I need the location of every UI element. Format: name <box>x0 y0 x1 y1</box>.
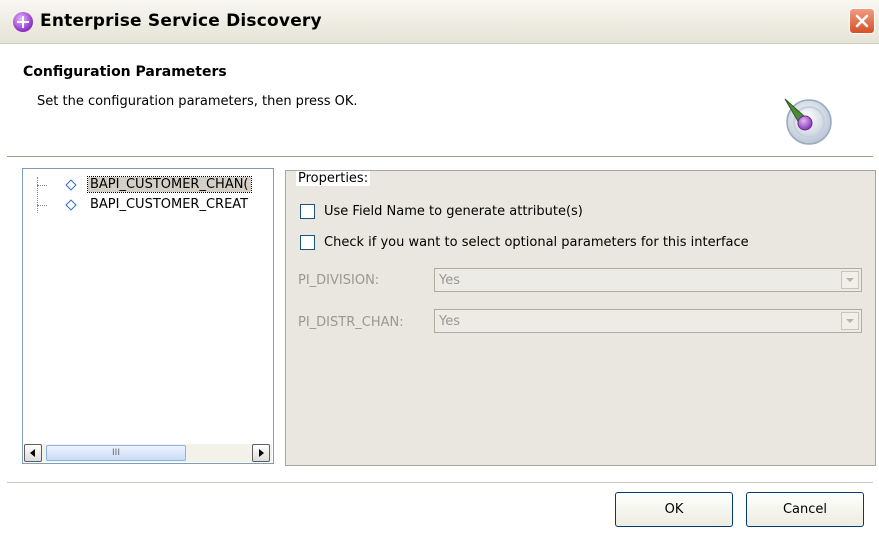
horizontal-scrollbar[interactable]: III <box>24 444 272 462</box>
arrow-right-icon <box>259 449 264 457</box>
pi-distr-chan-select[interactable]: Yes <box>434 309 862 333</box>
cancel-button[interactable]: Cancel <box>746 492 864 527</box>
dropdown-button[interactable] <box>841 271 859 289</box>
footer-divider <box>7 482 873 483</box>
dialog-header: Configuration Parameters Set the configu… <box>0 44 879 156</box>
page-description: Set the configuration parameters, then p… <box>37 94 358 109</box>
interface-icon <box>65 179 77 191</box>
wizard-icon <box>784 98 832 145</box>
chevron-down-icon <box>846 319 854 323</box>
close-icon <box>855 14 869 28</box>
scroll-right-button[interactable] <box>252 444 270 462</box>
tree-item[interactable]: BAPI_CUSTOMER_CHAN( <box>23 176 273 196</box>
dropdown-button[interactable] <box>841 312 859 330</box>
scroll-left-button[interactable] <box>24 444 42 462</box>
interface-tree[interactable]: BAPI_CUSTOMER_CHAN( BAPI_CUSTOMER_CREAT … <box>22 168 274 464</box>
checkbox-label: Check if you want to select optional par… <box>324 235 749 250</box>
header-divider <box>7 156 873 157</box>
window-title: Enterprise Service Discovery <box>40 11 322 31</box>
tree-item-label: BAPI_CUSTOMER_CHAN( <box>87 176 252 193</box>
scrollbar-thumb[interactable]: III <box>46 445 186 461</box>
interface-icon <box>65 199 77 211</box>
pi-division-value: Yes <box>439 273 460 288</box>
chevron-down-icon <box>846 278 854 282</box>
pi-distr-chan-value: Yes <box>439 314 460 329</box>
title-bar: Enterprise Service Discovery <box>0 0 879 44</box>
enterprise-discovery-icon <box>13 12 33 32</box>
properties-legend: Properties: <box>296 171 371 186</box>
pi-division-label: PI_DIVISION: <box>298 273 380 288</box>
pi-distr-chan-label: PI_DISTR_CHAN: <box>298 315 404 330</box>
tree-item[interactable]: BAPI_CUSTOMER_CREAT <box>23 196 273 216</box>
ok-button[interactable]: OK <box>615 492 733 527</box>
tree-item-label: BAPI_CUSTOMER_CREAT <box>90 197 249 212</box>
pi-division-select[interactable]: Yes <box>434 268 862 292</box>
checkbox-label: Use Field Name to generate attribute(s) <box>324 204 583 219</box>
checkbox-box[interactable] <box>300 235 315 250</box>
arrow-left-icon <box>30 449 35 457</box>
checkbox-box[interactable] <box>300 204 315 219</box>
page-title: Configuration Parameters <box>23 64 227 80</box>
close-button[interactable] <box>849 8 875 34</box>
